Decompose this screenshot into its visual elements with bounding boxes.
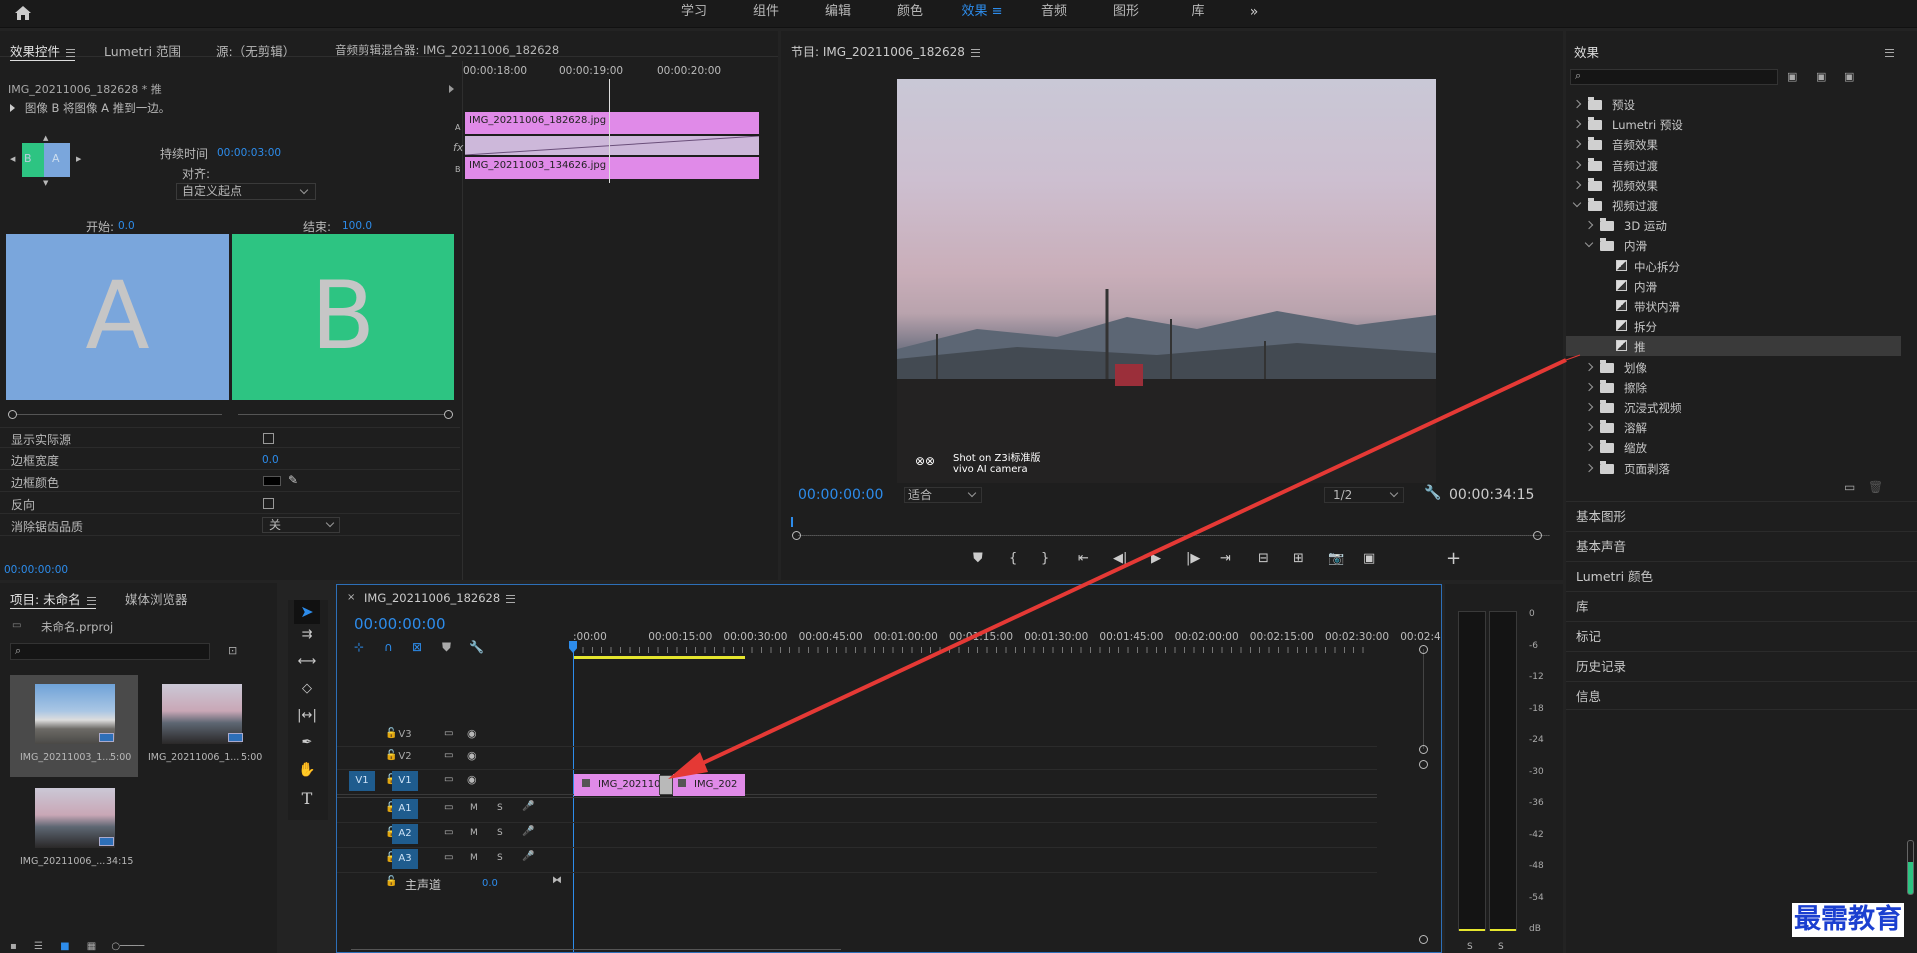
arrow-thin-line	[1565, 354, 1581, 361]
arrow-shaft	[689, 358, 1567, 771]
arrow-head	[668, 752, 708, 779]
drag-annotation-arrow	[668, 354, 1581, 779]
